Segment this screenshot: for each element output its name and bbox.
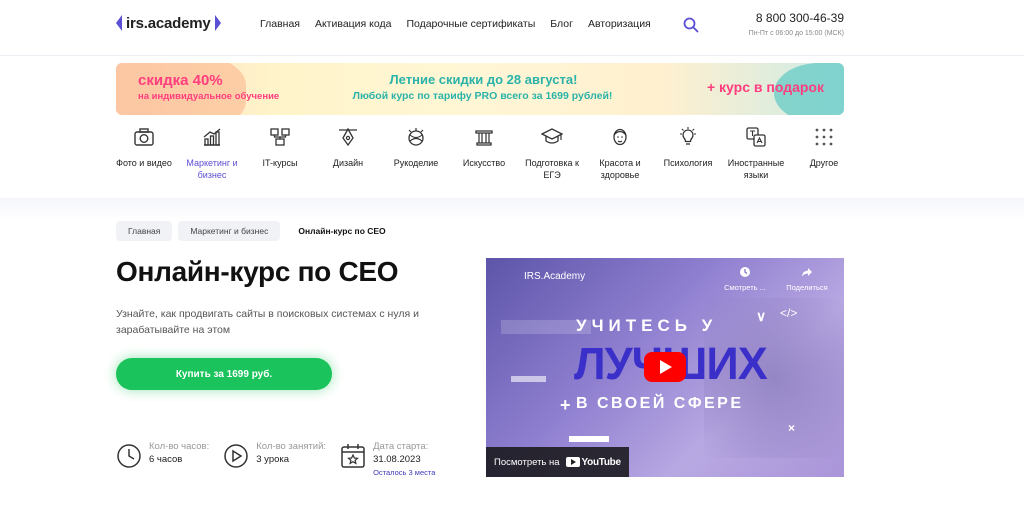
category-other[interactable]: Другое — [790, 126, 858, 181]
breadcrumb: Главная Маркетинг и бизнес Онлайн-курс п… — [116, 221, 398, 241]
logo[interactable]: irs.academy — [116, 13, 221, 33]
category-it[interactable]: IT-курсы — [246, 126, 314, 181]
category-marketing[interactable]: Маркетинг и бизнес — [178, 126, 246, 181]
category-languages[interactable]: Иностранные языки — [722, 126, 790, 181]
yarn-icon — [408, 128, 424, 146]
category-label: Дизайн — [332, 158, 364, 168]
grid-dots-icon — [815, 128, 833, 146]
category-label: Психология — [663, 158, 713, 168]
stat-lessons: Кол-во занятий: 3 урока — [223, 440, 326, 478]
category-label: Рукоделие — [393, 158, 439, 168]
course-description: Узнайте, как продвигать сайты в поисковы… — [116, 308, 419, 336]
category-label: Красота и здоровье — [599, 158, 641, 180]
stat-value: 6 часов — [149, 454, 183, 465]
calendar-star-icon — [341, 444, 365, 468]
video-decoration — [511, 376, 546, 382]
video-player[interactable]: IRS.Academy Смотреть ... Поделиться УЧИТ… — [486, 258, 844, 477]
banner-subheadline: Любой курс по тарифу PRO всего за 1699 р… — [352, 90, 613, 102]
watch-later-button[interactable]: Смотреть ... — [718, 283, 772, 292]
video-decoration: </> — [780, 306, 798, 320]
video-caption-line3: В СВОЕЙ СФЕРЕ — [576, 395, 744, 412]
nav-home[interactable]: Главная — [260, 18, 300, 30]
category-psychology[interactable]: Психология — [654, 126, 722, 181]
nav-login[interactable]: Авторизация — [588, 18, 651, 30]
video-decoration — [569, 436, 609, 442]
network-icon — [270, 128, 290, 146]
clock-icon — [117, 444, 141, 468]
video-channel-name[interactable]: IRS.Academy — [524, 271, 585, 282]
share-button[interactable]: Поделиться — [780, 283, 834, 292]
stat-value: 31.08.2023 — [373, 454, 421, 465]
category-design[interactable]: Дизайн — [314, 126, 382, 181]
watch-on-youtube-button[interactable]: Посмотреть на YouTube — [486, 447, 629, 477]
breadcrumb-current: Онлайн-курс по CEO — [286, 221, 398, 241]
category-beauty[interactable]: Красота и здоровье — [586, 126, 654, 181]
main-nav: Главная Активация кода Подарочные сертиф… — [260, 18, 651, 30]
category-label: Иностранные языки — [727, 158, 785, 180]
page: irs.academy Главная Активация кода Подар… — [0, 0, 1024, 527]
banner-headline: Летние скидки до 28 августа! — [389, 72, 578, 87]
watch-on-label: Посмотреть на — [494, 456, 560, 468]
site-header: irs.academy Главная Активация кода Подар… — [0, 0, 1024, 56]
breadcrumb-marketing[interactable]: Маркетинг и бизнес — [178, 221, 281, 241]
logo-left-bracket-icon — [116, 15, 122, 31]
clock-icon — [740, 267, 750, 277]
nav-gift-certificates[interactable]: Подарочные сертификаты — [406, 18, 535, 30]
face-icon — [613, 128, 627, 146]
promo-banner[interactable]: скидка 40% на индивидуальное обучение Ле… — [116, 63, 844, 115]
category-divider — [0, 198, 1024, 220]
category-label: Подготовка к ЕГЭ — [525, 158, 579, 180]
logo-text: irs.academy — [126, 14, 211, 32]
category-label: Фото и видео — [116, 158, 172, 168]
phone-number[interactable]: 8 800 300-46-39 — [756, 11, 844, 25]
stat-title: Кол-во занятий: — [256, 441, 327, 452]
stat-value: 3 урока — [256, 454, 290, 465]
pen-tool-icon — [339, 127, 357, 147]
seats-left: Осталось 3 места — [373, 468, 436, 477]
search-icon[interactable] — [683, 17, 699, 33]
video-decoration: + — [560, 395, 571, 415]
banner-discount-title: скидка 40% — [138, 72, 223, 89]
breadcrumb-home[interactable]: Главная — [116, 221, 173, 241]
column-icon — [475, 130, 493, 146]
nav-blog[interactable]: Блог — [550, 18, 573, 30]
banner-gift-text: + курс в подарок — [706, 79, 824, 95]
share-icon — [802, 268, 812, 277]
graduation-cap-icon — [541, 128, 563, 144]
nav-code-activation[interactable]: Активация кода — [315, 18, 391, 30]
chart-icon — [203, 128, 221, 146]
page-title: Онлайн-курс по CEO — [116, 256, 399, 287]
banner-discount-subtitle: на индивидуальное обучение — [138, 91, 280, 102]
youtube-play-icon — [565, 457, 580, 467]
buy-button[interactable]: Купить за 1699 руб. — [116, 358, 332, 390]
category-photo-video[interactable]: Фото и видео — [110, 126, 178, 181]
youtube-logo: YouTube — [565, 456, 622, 468]
play-button[interactable] — [644, 352, 686, 382]
stat-hours: Кол-во часов: 6 часов — [116, 440, 209, 478]
translate-icon — [746, 127, 766, 147]
camera-icon — [134, 128, 154, 146]
category-label: Искусство — [462, 158, 506, 168]
youtube-wordmark: YouTube — [581, 456, 622, 468]
working-hours: Пн-Пт с 06:00 до 15:00 (МСК) — [748, 30, 844, 37]
category-exam-prep[interactable]: Подготовка к ЕГЭ — [518, 126, 586, 181]
logo-right-bracket-icon — [214, 15, 221, 31]
play-circle-icon — [224, 444, 248, 468]
course-stats: Кол-во часов: 6 часов Кол-во занятий: 3 … — [116, 440, 449, 478]
category-art[interactable]: Искусство — [450, 126, 518, 181]
stat-title: Кол-во часов: — [149, 441, 210, 452]
banner-decoration — [116, 63, 246, 115]
stat-start-date: Дата старта: 31.08.2023 Осталось 3 места — [340, 440, 435, 478]
category-label: Другое — [809, 158, 839, 168]
category-menu: Фото и видео Маркетинг и бизнес IT-курсы… — [110, 126, 858, 181]
video-decoration: × — [788, 421, 796, 435]
lightbulb-icon — [680, 127, 696, 145]
video-caption-line1: УЧИТЕСЬ У — [576, 316, 718, 335]
category-label: Маркетинг и бизнес — [186, 158, 238, 180]
category-handcraft[interactable]: Рукоделие — [382, 126, 450, 181]
video-decoration: ∨ — [756, 308, 767, 324]
stat-title: Дата старта: — [373, 441, 429, 452]
category-label: IT-курсы — [262, 158, 298, 168]
